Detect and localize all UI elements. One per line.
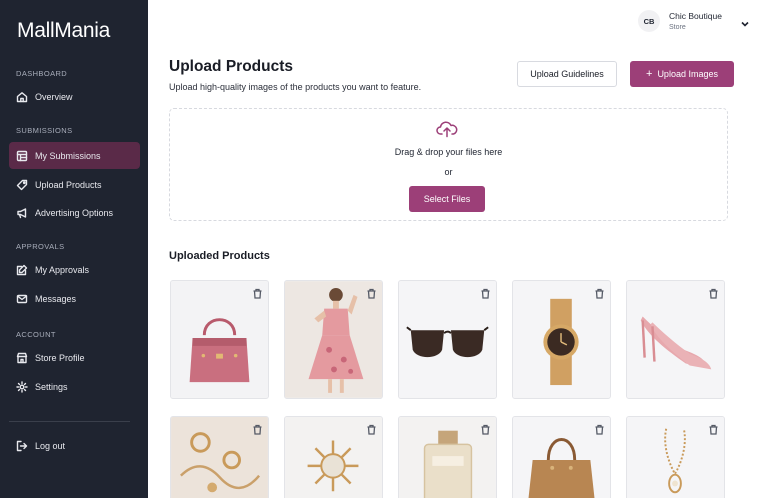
section-title-submissions: SUBMISSIONS (16, 126, 73, 135)
upload-images-label: Upload Images (657, 69, 718, 79)
trash-icon[interactable] (594, 286, 605, 299)
sidebar-item-label: Upload Products (35, 179, 102, 190)
plus-icon: + (646, 67, 653, 80)
gear-icon (16, 380, 28, 393)
sidebar-item-label: My Submissions (35, 150, 101, 161)
product-card[interactable] (512, 280, 611, 399)
trash-icon[interactable] (366, 286, 377, 299)
sidebar-item-label: Messages (35, 293, 77, 304)
upload-images-button[interactable]: + Upload Images (630, 61, 734, 87)
sidebar-item-label: Settings (35, 381, 68, 392)
trash-icon[interactable] (708, 422, 719, 435)
sidebar-item-settings[interactable]: Settings (9, 373, 140, 400)
product-card[interactable] (626, 280, 725, 399)
sidebar-item-upload-products[interactable]: Upload Products (9, 171, 140, 198)
trash-icon[interactable] (480, 422, 491, 435)
product-card[interactable] (170, 416, 269, 498)
sidebar-divider (9, 421, 130, 422)
sidebar-item-advertising-options[interactable]: Advertising Options (9, 199, 140, 226)
dropzone-or: or (444, 167, 453, 177)
store-icon (16, 352, 28, 364)
sidebar-item-store-profile[interactable]: Store Profile (9, 344, 140, 371)
product-card[interactable] (284, 280, 383, 399)
sidebar-item-label: Advertising Options (35, 207, 114, 218)
product-card[interactable] (512, 416, 611, 498)
sidebar-item-my-submissions[interactable]: My Submissions (9, 142, 140, 169)
mail-icon (16, 293, 28, 305)
home-icon (16, 91, 28, 103)
page-title: Upload Products (169, 58, 294, 75)
product-card[interactable] (398, 280, 497, 399)
avatar: CB (638, 10, 660, 32)
product-card[interactable] (170, 280, 269, 399)
layout-icon (16, 150, 28, 162)
logout-icon (16, 440, 28, 452)
page-subtitle: Upload high-quality images of the produc… (169, 82, 422, 92)
section-title-dashboard: DASHBOARD (16, 69, 68, 78)
cloud-upload-icon (436, 120, 458, 138)
trash-icon[interactable] (708, 286, 719, 299)
section-title-account: ACCOUNT (16, 330, 56, 339)
trash-icon[interactable] (480, 286, 491, 299)
sidebar-item-overview[interactable]: Overview (9, 83, 140, 110)
user-role: Store (669, 24, 686, 31)
chevron-down-icon[interactable] (740, 16, 750, 27)
user-name: Chic Boutique (669, 11, 722, 21)
edit-icon (16, 264, 28, 276)
upload-guidelines-button[interactable]: Upload Guidelines (517, 61, 617, 87)
sidebar-item-logout[interactable]: Log out (9, 432, 140, 459)
brand-logo[interactable]: MallMania (17, 19, 110, 43)
trash-icon[interactable] (252, 422, 263, 435)
sidebar-item-label: My Approvals (35, 264, 90, 275)
sidebar: MallMania DASHBOARD Overview SUBMISSIONS… (0, 0, 148, 498)
sidebar-item-label: Overview (35, 91, 73, 102)
product-card[interactable] (284, 416, 383, 498)
sidebar-item-messages[interactable]: Messages (9, 285, 140, 312)
megaphone-icon (16, 207, 28, 219)
tag-icon (16, 179, 28, 191)
user-menu[interactable]: CB Chic Boutique Store (638, 10, 750, 32)
dropzone-text: Drag & drop your files here (394, 147, 503, 157)
select-files-button[interactable]: Select Files (409, 186, 485, 212)
product-card[interactable] (626, 416, 725, 498)
trash-icon[interactable] (366, 422, 377, 435)
uploaded-products-heading: Uploaded Products (169, 250, 270, 262)
file-dropzone[interactable]: Drag & drop your files here or Select Fi… (169, 108, 728, 221)
sidebar-item-label: Log out (35, 440, 66, 451)
section-title-approvals: APPROVALS (16, 242, 65, 251)
trash-icon[interactable] (252, 286, 263, 299)
sidebar-item-label: Store Profile (35, 352, 85, 363)
sidebar-item-my-approvals[interactable]: My Approvals (9, 256, 140, 283)
product-card[interactable] (398, 416, 497, 498)
trash-icon[interactable] (594, 422, 605, 435)
